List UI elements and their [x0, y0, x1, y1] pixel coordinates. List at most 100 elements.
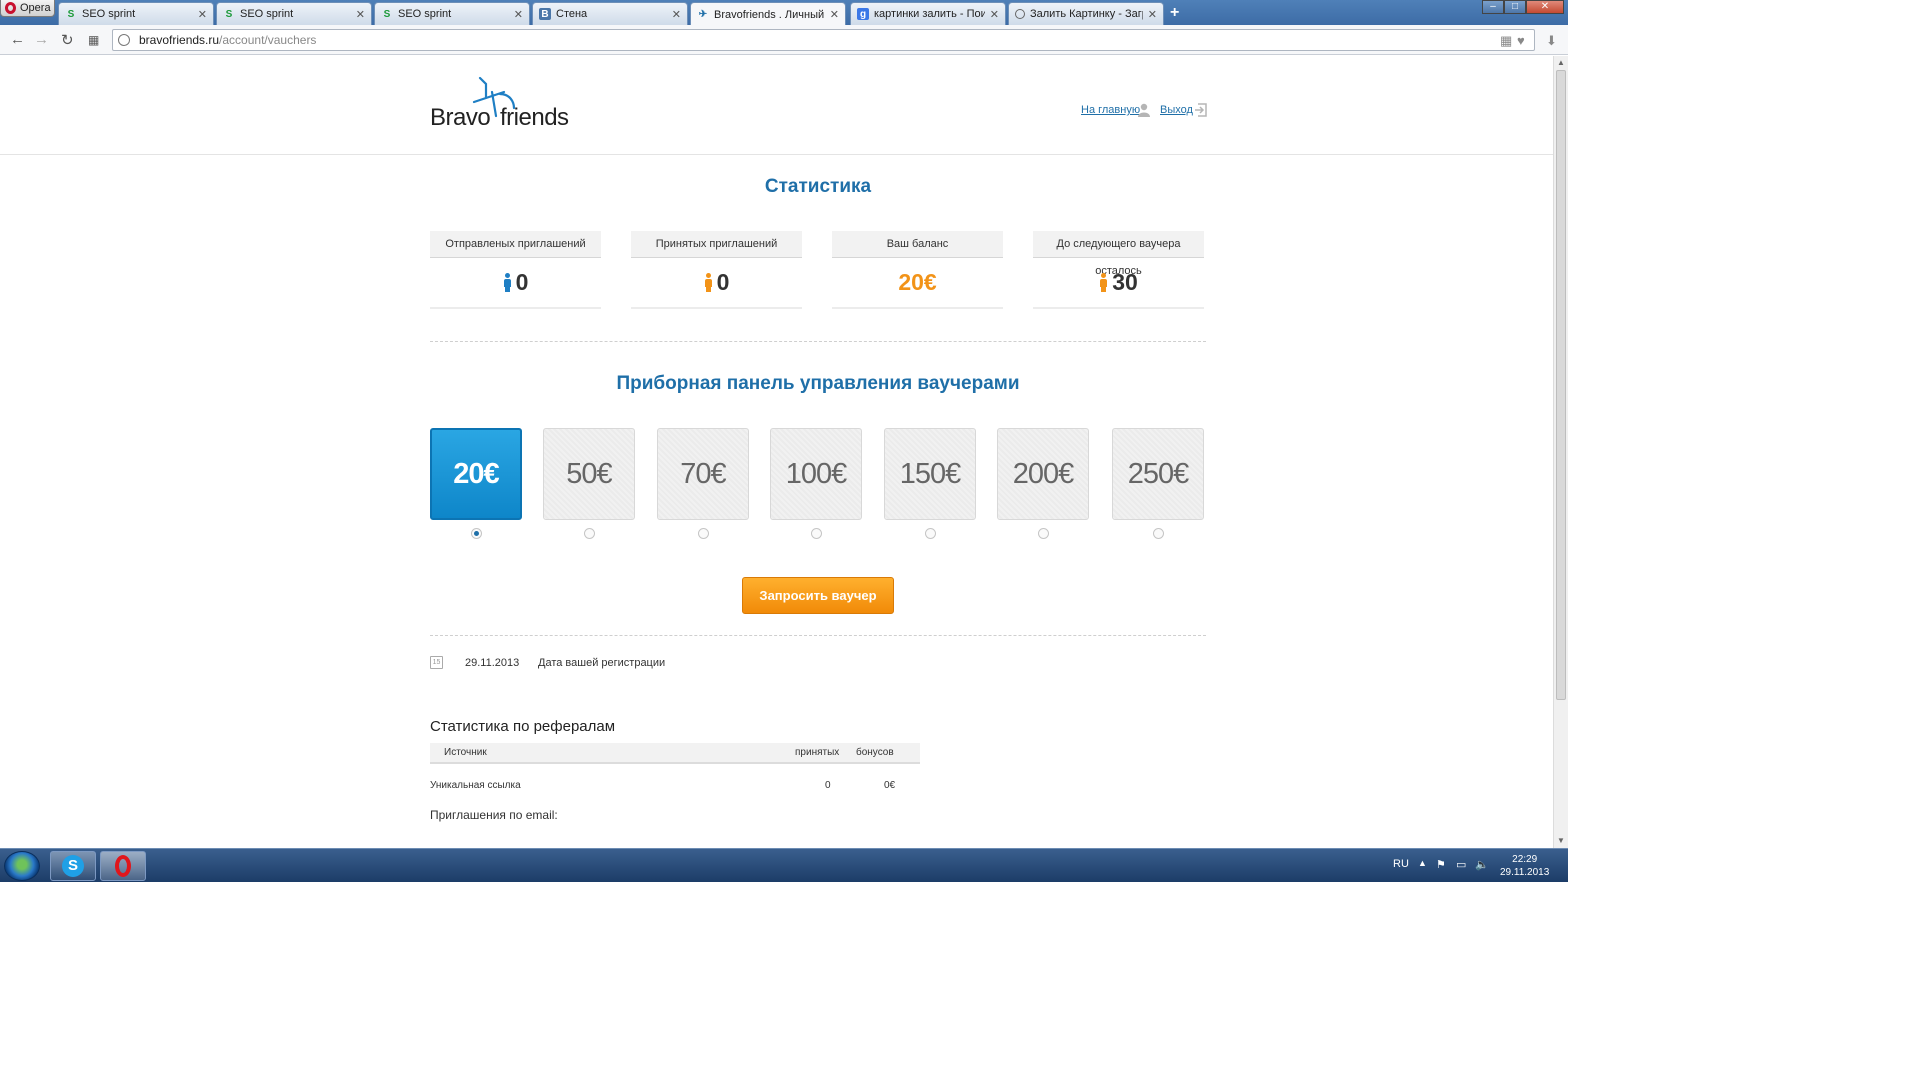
bravofriends-logo[interactable]: Bravo friends [430, 76, 569, 132]
network-icon[interactable]: ▭ [1456, 858, 1466, 871]
tab-close-icon[interactable]: ✕ [356, 8, 365, 21]
calendar-icon: 15 [430, 656, 443, 669]
logo-text-bravo: Bravo [430, 104, 491, 131]
site-info-globe-icon[interactable] [118, 34, 130, 46]
scroll-up-arrow-icon[interactable]: ▲ [1557, 58, 1565, 67]
accepted-invitations-value: 0 [716, 269, 730, 295]
logo-text-friends: friends [500, 104, 569, 131]
voucher-option-50[interactable]: 50€ [543, 428, 635, 520]
browser-tab[interactable]: g картинки залить - Поиск в Google ✕ [850, 2, 1006, 25]
column-accepted: принятых [795, 747, 840, 758]
stat-card-value: 0 [430, 258, 601, 309]
voucher-option-20[interactable]: 20€ [430, 428, 522, 520]
registration-date: 29.11.2013 [465, 657, 520, 669]
seosprint-favicon-icon: S [67, 8, 75, 20]
row-bonus: 0€ [884, 780, 896, 791]
voucher-radio-150[interactable] [925, 528, 936, 539]
url-field[interactable]: bravofriends.ru/account/vauchers [112, 29, 1535, 51]
voucher-option-70[interactable]: 70€ [657, 428, 749, 520]
opera-menu-label: Opera [20, 2, 51, 14]
show-hidden-icons-icon[interactable]: ▲ [1418, 858, 1427, 868]
tab-title: Стена [556, 8, 588, 20]
browser-tab[interactable]: S SEO sprint ✕ [216, 2, 372, 25]
scroll-down-arrow-icon[interactable]: ▼ [1557, 836, 1565, 845]
person-blue-icon [503, 273, 512, 292]
tab-close-icon[interactable]: ✕ [672, 8, 681, 21]
tab-close-icon[interactable]: ✕ [990, 8, 999, 21]
clock-time: 22:29 [1512, 854, 1538, 865]
tab-title: Залить Картинку - Загрузить [1030, 8, 1143, 20]
tab-close-icon[interactable]: ✕ [198, 8, 207, 21]
browser-tab[interactable]: S SEO sprint ✕ [58, 2, 214, 25]
system-clock[interactable]: 22:29 29.11.2013 [1500, 853, 1549, 879]
statistics-heading: Статистика [764, 176, 872, 197]
browser-tab[interactable]: B Стена ✕ [532, 2, 688, 25]
logout-link[interactable]: Выход [1160, 104, 1193, 116]
forward-arrow-icon[interactable]: → [34, 31, 49, 48]
browser-tab[interactable]: Залить Картинку - Загрузить ✕ [1008, 2, 1164, 25]
voucher-radio-20[interactable] [471, 528, 482, 539]
row-source: Уникальная ссылка [430, 780, 521, 791]
tab-close-icon[interactable]: ✕ [1148, 8, 1157, 21]
home-link[interactable]: На главную [1081, 104, 1140, 116]
tab-title: Bravofriends . Личный кабинет [714, 8, 825, 21]
voucher-radio-250[interactable] [1153, 528, 1164, 539]
address-toolbar: ← → ↻ ▦ bravofriends.ru/account/vauchers… [0, 25, 1568, 55]
row-accepted: 0 [825, 780, 831, 791]
action-center-flag-icon[interactable]: ⚑ [1436, 858, 1446, 871]
user-icon [1138, 103, 1150, 117]
stat-card-sent-invitations: Отправленых приглашений 0 [430, 231, 601, 311]
skype-icon: S [62, 855, 84, 877]
voucher-radio-100[interactable] [811, 528, 822, 539]
language-indicator[interactable]: RU [1393, 858, 1409, 870]
request-voucher-button[interactable]: Запросить ваучер [742, 577, 894, 614]
voucher-option-250[interactable]: 250€ [1112, 428, 1204, 520]
stat-card-accepted-invitations: Принятых приглашений 0 [631, 231, 802, 311]
window-close-icon[interactable]: ✕ [1526, 0, 1564, 14]
page-content: Bravo friends На главную Выход Статистик… [0, 56, 1553, 848]
voucher-radio-50[interactable] [584, 528, 595, 539]
volume-icon[interactable]: 🔈 [1475, 858, 1489, 871]
windows-start-button[interactable] [4, 851, 40, 881]
voucher-radio-70[interactable] [698, 528, 709, 539]
speed-dial-grid-icon[interactable]: ▦ [88, 33, 99, 47]
windows-taskbar: S RU ▲ ⚑ ▭ 🔈 22:29 29.11.2013 [0, 848, 1568, 882]
browser-tab[interactable]: S SEO sprint ✕ [374, 2, 530, 25]
google-favicon-icon: g [857, 8, 869, 20]
scrollbar-thumb[interactable] [1556, 70, 1566, 700]
vk-favicon-icon: B [539, 8, 551, 20]
voucher-option-200[interactable]: 200€ [997, 428, 1089, 520]
heart-icon[interactable]: ♥ [1517, 33, 1525, 48]
back-arrow-icon[interactable]: ← [10, 31, 25, 48]
header-divider [0, 154, 1553, 155]
person-orange-icon [1099, 273, 1108, 292]
tab-close-icon[interactable]: ✕ [514, 8, 523, 21]
browser-tab-bar: Opera S SEO sprint ✕ S SEO sprint ✕ S SE… [0, 0, 1568, 26]
seosprint-favicon-icon: S [383, 8, 391, 20]
voucher-option-150[interactable]: 150€ [884, 428, 976, 520]
stat-card-value: 20€ [832, 258, 1003, 309]
new-tab-plus-icon[interactable]: + [1170, 4, 1179, 22]
reload-icon[interactable]: ↻ [61, 31, 74, 49]
page-scrollbar[interactable]: ▲ ▼ [1553, 56, 1568, 848]
stat-card-label: Ваш баланс [832, 231, 1003, 258]
browser-tab-active[interactable]: ✈ Bravofriends . Личный кабинет ✕ [690, 2, 846, 26]
opera-menu-button[interactable]: Opera [0, 0, 55, 17]
download-icon[interactable]: ⬇ [1546, 33, 1557, 49]
tab-title: SEO sprint [82, 8, 136, 20]
maximize-icon[interactable]: □ [1504, 0, 1526, 14]
tab-title: SEO sprint [240, 8, 294, 20]
site-grid-icon[interactable]: ▦ [1500, 33, 1512, 49]
minimize-icon[interactable]: – [1482, 0, 1504, 14]
voucher-radio-200[interactable] [1038, 528, 1049, 539]
bravofriends-favicon-icon: ✈ [698, 9, 708, 20]
registration-date-label: Дата вашей регистрации [538, 657, 666, 669]
referral-table-header: Источник принятых бонусов [430, 743, 920, 764]
url-path: /account/vauchers [219, 33, 317, 47]
opera-icon [115, 855, 131, 877]
voucher-option-100[interactable]: 100€ [770, 428, 862, 520]
person-orange-icon [704, 273, 713, 292]
taskbar-skype-button[interactable]: S [50, 851, 96, 881]
taskbar-opera-button[interactable] [100, 851, 146, 881]
tab-close-icon[interactable]: ✕ [830, 8, 839, 21]
